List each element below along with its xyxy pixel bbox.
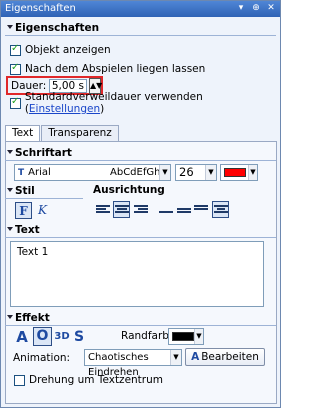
align-middle-icon[interactable] xyxy=(177,204,191,216)
style-section-header[interactable]: Stil xyxy=(5,184,83,199)
align-fit-button[interactable] xyxy=(212,201,229,218)
settings-link[interactable]: Einstellungen xyxy=(29,103,100,115)
chevron-down-icon[interactable]: ▼ xyxy=(205,165,216,180)
font-section-title: Schriftart xyxy=(15,147,72,159)
hide-after-label: Nach dem Abspielen liegen lassen xyxy=(25,63,206,75)
font-color-picker[interactable]: ▼ xyxy=(220,164,258,181)
text-section-title: Text xyxy=(15,224,40,236)
effect-section-header[interactable]: Effekt xyxy=(5,311,276,326)
italic-button[interactable]: K xyxy=(34,202,51,219)
show-object-checkbox[interactable] xyxy=(10,43,21,56)
spinner-arrows-icon[interactable]: ▲▼ xyxy=(90,81,102,90)
effect-outline-button[interactable]: O xyxy=(33,327,52,346)
divider xyxy=(5,237,276,238)
duration-label: Dauer: xyxy=(11,79,47,92)
default-duration-text: Standardverweildauer verwenden (Einstell… xyxy=(25,91,280,115)
align-center-icon xyxy=(115,204,129,216)
align-fit-icon xyxy=(214,204,228,216)
tab-bar: Text Transparenz xyxy=(5,125,120,143)
show-object-row[interactable]: Objekt anzeigen xyxy=(10,43,111,57)
divider xyxy=(5,198,83,199)
effect-section-title: Effekt xyxy=(15,312,50,324)
style-section-title: Stil xyxy=(15,185,35,197)
animation-select[interactable]: Chaotisches Eindrehen ▼ xyxy=(84,349,182,378)
font-section-header[interactable]: Schriftart xyxy=(5,146,276,161)
close-icon[interactable]: ✕ xyxy=(265,2,277,15)
font-family-select[interactable]: T Arial AbCdEfGhIj ▼ xyxy=(14,164,171,181)
default-duration-row[interactable]: Standardverweildauer verwenden (Einstell… xyxy=(10,91,280,115)
rotate-center-row[interactable]: Drehung um Textzentrum xyxy=(14,373,163,387)
rotate-center-checkbox[interactable] xyxy=(14,374,25,386)
alignment-title: Ausrichtung xyxy=(93,184,165,196)
properties-section-header[interactable]: Eigenschaften xyxy=(5,21,276,36)
chevron-down-icon[interactable]: ▼ xyxy=(194,329,203,344)
align-top-icon[interactable] xyxy=(194,204,208,216)
divider xyxy=(5,325,276,326)
text-input[interactable]: Text 1 xyxy=(10,241,264,307)
border-color-swatch xyxy=(172,332,194,341)
align-bottom-icon[interactable] xyxy=(159,204,173,216)
tab-transparency[interactable]: Transparenz xyxy=(41,125,119,142)
show-object-label: Objekt anzeigen xyxy=(25,44,111,56)
bold-button[interactable]: F xyxy=(15,202,32,219)
hide-after-checkbox[interactable] xyxy=(10,62,21,75)
title-bar: Eigenschaften ▾ ⊕ ✕ xyxy=(1,1,280,17)
effect-plain-button[interactable]: A xyxy=(15,328,29,346)
align-left-icon[interactable] xyxy=(96,204,110,216)
divider xyxy=(5,160,276,161)
effect-shadow-button[interactable]: S xyxy=(72,328,86,346)
edit-icon: A xyxy=(191,351,200,363)
animation-label: Animation: xyxy=(13,352,71,364)
properties-section-title: Eigenschaften xyxy=(15,22,100,34)
rotate-center-label: Drehung um Textzentrum xyxy=(29,374,163,386)
effect-3d-button[interactable]: 3D xyxy=(54,328,70,346)
font-size-value: 26 xyxy=(179,165,194,179)
default-duration-checkbox[interactable] xyxy=(10,96,21,109)
font-family-value: Arial xyxy=(28,167,51,178)
divider xyxy=(5,35,276,36)
pin-icon[interactable]: ⊕ xyxy=(250,2,262,15)
align-center-button[interactable] xyxy=(113,201,130,218)
font-color-swatch xyxy=(224,168,246,177)
dropdown-icon[interactable]: ▾ xyxy=(235,2,247,15)
align-right-icon[interactable] xyxy=(134,204,148,216)
edit-button-label: Bearbeiten xyxy=(201,351,259,363)
font-size-select[interactable]: 26 ▼ xyxy=(175,164,217,181)
title-controls: ▾ ⊕ ✕ xyxy=(235,2,277,16)
truetype-icon: T xyxy=(18,168,25,178)
chevron-down-icon[interactable]: ▼ xyxy=(248,165,257,180)
border-color-picker[interactable]: ▼ xyxy=(168,328,204,345)
font-preview: AbCdEfGhIj xyxy=(110,167,167,178)
chevron-down-icon[interactable]: ▼ xyxy=(170,350,181,365)
edit-animation-button[interactable]: A Bearbeiten xyxy=(185,348,265,366)
window-title: Eigenschaften xyxy=(5,3,76,14)
text-section-header[interactable]: Text xyxy=(5,223,276,238)
chevron-down-icon[interactable]: ▼ xyxy=(159,165,170,180)
properties-panel: Eigenschaften ▾ ⊕ ✕ Eigenschaften Objekt… xyxy=(0,0,281,408)
hide-after-row[interactable]: Nach dem Abspielen liegen lassen xyxy=(10,62,205,76)
default-duration-suffix: ) xyxy=(100,103,105,115)
